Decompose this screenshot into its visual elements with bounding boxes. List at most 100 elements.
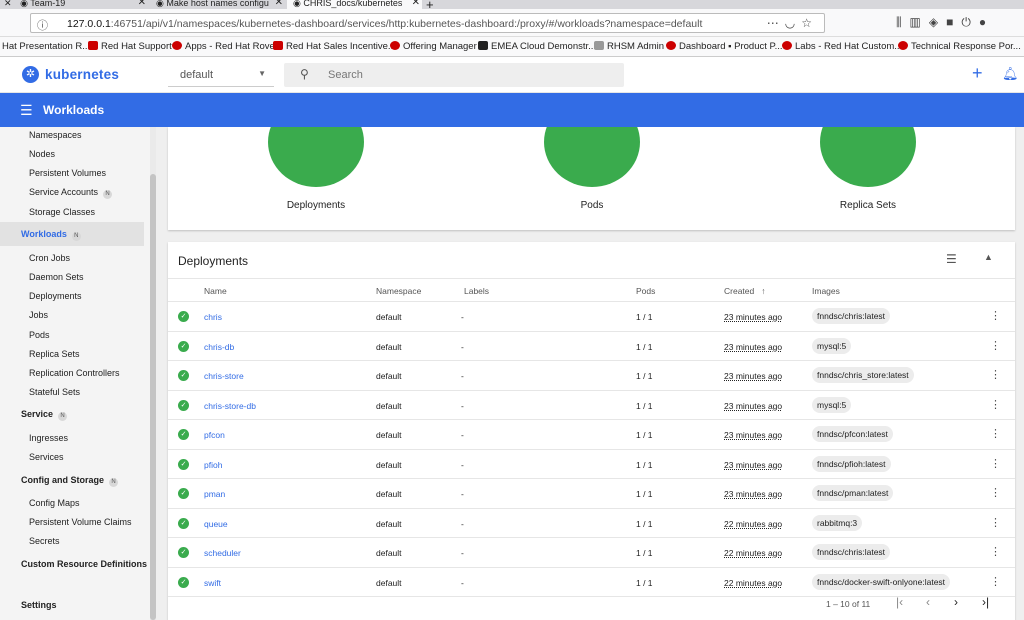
close-icon[interactable]: ✕ [138, 0, 146, 8]
search-icon: ⚲ [300, 67, 309, 81]
sidebar-item-crds[interactable]: Custom Resource Definitions [21, 559, 147, 569]
redhat-icon [898, 41, 908, 50]
column-created[interactable]: Created ↑ [724, 286, 766, 296]
bookmark[interactable]: Offering Manager [390, 41, 477, 52]
redhat-icon [88, 41, 98, 50]
more-vert-icon[interactable]: ⋮ [990, 575, 1001, 588]
more-vert-icon[interactable]: ⋮ [990, 545, 1001, 558]
deployment-name-link[interactable]: chris-store-db [204, 401, 256, 411]
bookmark[interactable]: EMEA Cloud Demonstr... [478, 41, 596, 52]
browser-tab[interactable]: ✕ ◉ Team-19 ✕ [0, 0, 148, 9]
sidebar-item-nodes[interactable]: Nodes [29, 149, 55, 159]
table-row: ✓ scheduler default - 1 / 1 22 minutes ago fnn… [168, 538, 1015, 568]
sidebar-item-persistent-volumes[interactable]: Persistent Volumes [29, 168, 106, 178]
deployment-name-link[interactable]: chris [204, 312, 222, 322]
column-namespace[interactable]: Namespace [376, 286, 421, 296]
menu-icon[interactable]: ☰ [20, 102, 33, 119]
more-vert-icon[interactable]: ⋮ [990, 339, 1001, 352]
column-pods[interactable]: Pods [636, 286, 655, 296]
more-vert-icon[interactable]: ⋮ [990, 398, 1001, 411]
bookmark[interactable]: Labs - Red Hat Custom... [782, 41, 902, 52]
close-icon[interactable]: ✕ [4, 0, 12, 8]
pods-status-chart [544, 127, 640, 187]
browser-toolbar-icons[interactable]: ⫼▥◈■⏻● [896, 15, 994, 30]
deployment-name-link[interactable]: pman [204, 489, 225, 499]
sidebar-item-cron-jobs[interactable]: Cron Jobs [29, 253, 70, 263]
sidebar-item-services[interactable]: Services [29, 452, 64, 462]
first-page-icon[interactable]: |‹ [896, 595, 903, 609]
bookmark[interactable]: RHSM Admin [594, 41, 664, 52]
namespace-cell: default [376, 577, 402, 588]
more-vert-icon[interactable]: ⋮ [990, 427, 1001, 440]
sidebar-item-storage-classes[interactable]: Storage Classes [29, 207, 95, 217]
browser-tab-active[interactable]: ◉ CHRIS_docs/kubernetes ✕ [287, 0, 422, 9]
sidebar-item-daemon-sets[interactable]: Daemon Sets [29, 272, 84, 282]
url-text: 127.0.0.1:46751/api/v1/namespaces/kubern… [67, 18, 703, 30]
sidebar-group-config-storage[interactable]: Config and Storage N [21, 475, 118, 487]
new-tab-icon[interactable]: + [426, 0, 434, 9]
more-vert-icon[interactable]: ⋮ [990, 457, 1001, 470]
url-bar[interactable]: ⓘ 127.0.0.1:46751/api/v1/namespaces/kube… [30, 13, 825, 33]
labels-cell: - [461, 430, 464, 440]
more-vert-icon[interactable]: ⋮ [990, 368, 1001, 381]
column-labels[interactable]: Labels [464, 286, 489, 296]
namespace-select[interactable]: default ▼ [168, 63, 274, 87]
search-input[interactable]: ⚲ Search [284, 63, 624, 87]
sidebar-item-pvcs[interactable]: Persistent Volume Claims [29, 517, 132, 527]
last-page-icon[interactable]: ›| [982, 595, 989, 609]
browser-tab[interactable]: ◉ Make host names configu ✕ [150, 0, 285, 9]
close-icon[interactable]: ✕ [412, 0, 420, 8]
image-chip: fnndsc/pfioh:latest [812, 455, 891, 472]
sidebar-item-workloads[interactable]: Workloads N [0, 222, 144, 246]
status-ok-icon: ✓ [178, 488, 189, 499]
deployment-name-link[interactable]: swift [204, 578, 221, 588]
brand-name[interactable]: kubernetes [45, 67, 119, 82]
bookmark[interactable]: Red Hat Sales Incentive... [273, 41, 396, 52]
sidebar-item-service-accounts[interactable]: Service Accounts N [29, 187, 113, 199]
deployment-name-link[interactable]: chris-store [204, 371, 244, 381]
collapse-icon[interactable]: ▲ [984, 252, 993, 262]
column-name[interactable]: Name [204, 286, 227, 296]
status-ok-icon: ✓ [178, 458, 189, 470]
bookmark[interactable]: Red Hat Support [88, 41, 172, 52]
sidebar-item-ingresses[interactable]: Ingresses [29, 433, 68, 443]
more-vert-icon[interactable]: ⋮ [990, 486, 1001, 499]
sidebar-item-pods[interactable]: Pods [29, 330, 50, 340]
previous-page-icon[interactable]: ‹ [926, 595, 930, 609]
filter-icon[interactable]: ☰ [946, 252, 957, 266]
create-icon[interactable]: + [972, 63, 983, 84]
bookmark[interactable]: Technical Response Por... [898, 41, 1021, 52]
sidebar-item-deployments[interactable]: Deployments [29, 291, 82, 301]
labels-cell: - [461, 518, 464, 529]
image-chip: fnndsc/chris:latest [812, 544, 891, 560]
sidebar-item-jobs[interactable]: Jobs [29, 310, 48, 320]
kubernetes-logo-icon[interactable]: ✲ [22, 66, 39, 83]
next-page-icon[interactable]: › [954, 595, 958, 609]
bookmark[interactable]: Apps - Red Hat Rover [172, 41, 278, 52]
deployment-name-link[interactable]: pfioh [204, 460, 222, 470]
sidebar-item-secrets[interactable]: Secrets [29, 536, 60, 546]
bookmark[interactable]: Dashboard ▪ Product P... [666, 41, 783, 52]
sidebar-item-config-maps[interactable]: Config Maps [29, 498, 80, 508]
more-vert-icon[interactable]: ⋮ [990, 309, 1001, 322]
url-actions[interactable]: ⋯◡☆ [767, 16, 818, 30]
sidebar-item-replication-controllers[interactable]: Replication Controllers [29, 368, 120, 378]
page-info-icon[interactable]: ⓘ [37, 17, 48, 33]
sidebar-item-replica-sets[interactable]: Replica Sets [29, 349, 80, 359]
sidebar-item-settings[interactable]: Settings [21, 600, 57, 610]
bookmark[interactable]: Hat Presentation R... [2, 41, 90, 52]
deployment-name-link[interactable]: queue [204, 519, 228, 529]
sidebar-group-service[interactable]: Service N [21, 409, 68, 421]
deployment-name-link[interactable]: scheduler [204, 548, 241, 558]
sidebar-item-stateful-sets[interactable]: Stateful Sets [29, 387, 80, 397]
status-ok-icon: ✓ [178, 340, 189, 352]
created-cell: 23 minutes ago [724, 489, 783, 499]
namespace-cell: default [376, 548, 402, 558]
column-images[interactable]: Images [812, 286, 840, 296]
sidebar-item-namespaces[interactable]: Namespaces [29, 130, 82, 140]
notifications-icon[interactable]: 🔔︎ [1002, 66, 1019, 82]
more-vert-icon[interactable]: ⋮ [990, 516, 1001, 529]
close-icon[interactable]: ✕ [275, 0, 283, 8]
deployment-name-link[interactable]: pfcon [204, 430, 225, 440]
deployment-name-link[interactable]: chris-db [204, 342, 234, 352]
